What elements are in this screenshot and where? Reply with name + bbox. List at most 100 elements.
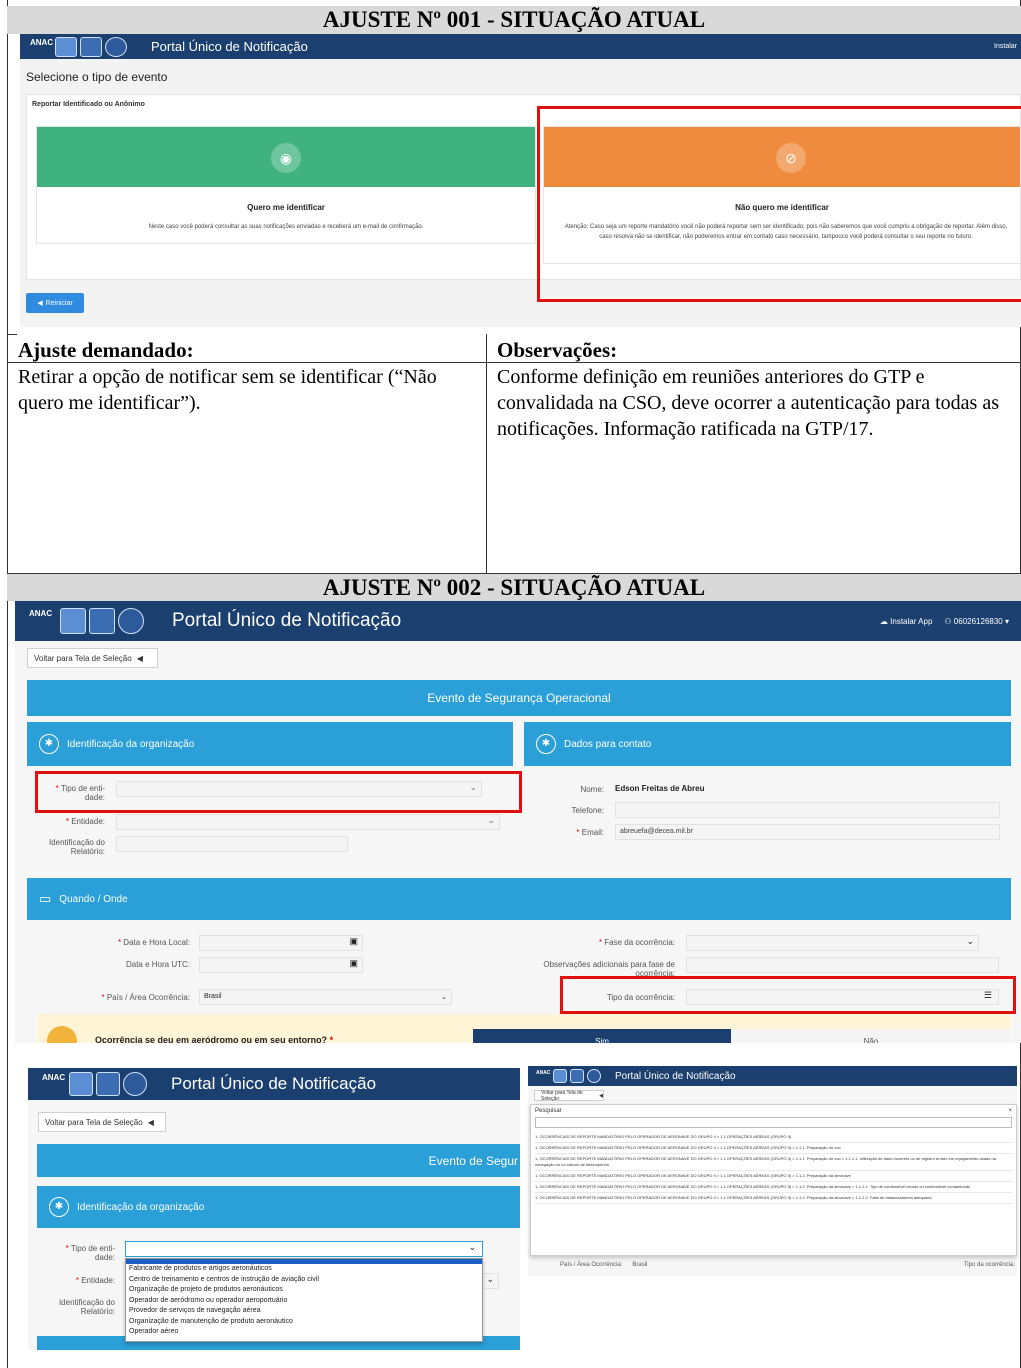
- dropdown-option[interactable]: Organização de manutenção de produto aer…: [126, 1317, 482, 1328]
- logos: ANAC: [29, 608, 144, 634]
- highlight-box: [537, 106, 1021, 302]
- identificacao-input[interactable]: [116, 836, 348, 852]
- install-link[interactable]: ☁ Instalar App: [880, 617, 932, 626]
- portal-header: ANAC Portal Único de Notificação Instala…: [20, 34, 1021, 59]
- identificacao-label: Identificação do Relatório:: [58, 1298, 115, 1316]
- tipo-entidade-select[interactable]: ⌄: [125, 1241, 483, 1257]
- back-button[interactable]: Voltar para Tela de Seleção ◀: [534, 1090, 604, 1102]
- portal-header: ANAC Portal Único de Notificação: [528, 1066, 1017, 1086]
- logos: ANAC: [30, 36, 127, 57]
- tipo-ocorrencia-label: Tipo da ocorrência:: [963, 1262, 1015, 1268]
- pais-select[interactable]: Brasil ⌄: [199, 989, 452, 1005]
- option-identify-text: Neste caso você poderá consultar as suas…: [148, 224, 424, 230]
- data-utc-label: Data e Hora UTC:: [125, 960, 190, 969]
- search-result-item[interactable]: 1. OCORRÊNCIAS DE REPORTE MANDATÓRIO PEL…: [535, 1193, 1012, 1204]
- event-title-band: Evento de Segur: [37, 1144, 520, 1177]
- arrow-left-icon: ◀: [147, 1117, 154, 1127]
- emblem-icon: [69, 1072, 93, 1096]
- portal-title: Portal Único de Notificação: [151, 39, 308, 54]
- search-result-item[interactable]: 1. OCORRÊNCIAS DE REPORTE MANDATÓRIO PEL…: [535, 1182, 1012, 1193]
- emblem-icon: [89, 608, 115, 634]
- entity-dropdown-list: Fabricante de produtos e artigos aeronáu…: [125, 1258, 483, 1342]
- emblem-icon: [55, 36, 77, 57]
- restart-label: Reiniciar: [45, 299, 73, 307]
- install-link[interactable]: Instalar: [994, 43, 1017, 50]
- eye-icon: ◉: [271, 143, 301, 173]
- user-label: 06026126830: [953, 616, 1003, 626]
- question-bar: Ocorrência se deu em aeródromo ou em seu…: [37, 1014, 1011, 1043]
- dropdown-option[interactable]: Operador aéreo: [126, 1327, 482, 1338]
- data-local-label: * Data e Hora Local:: [117, 938, 190, 947]
- row-divider: [7, 334, 17, 335]
- telefone-label: Telefone:: [571, 806, 604, 815]
- section-title: AJUSTE Nº 002 - SITUAÇÃO ATUAL: [7, 574, 1021, 601]
- back-button[interactable]: Voltar para Tela de Seleção ◀: [38, 1112, 166, 1132]
- email-input[interactable]: abreuefa@decea.mil.br: [615, 824, 1000, 840]
- search-result-item[interactable]: 1. OCORRÊNCIAS DE REPORTE MANDATÓRIO PEL…: [535, 1143, 1012, 1154]
- accessibility-icon: ✱: [49, 1197, 69, 1217]
- search-result-item[interactable]: 1. OCORRÊNCIAS DE REPORTE MANDATÓRIO PEL…: [535, 1132, 1012, 1143]
- pais-value: Brasil: [204, 993, 222, 1000]
- nome-label: Nome:: [580, 785, 604, 794]
- telefone-input[interactable]: [615, 802, 1000, 818]
- option-identify[interactable]: ◉ Quero me identificar Neste caso você p…: [36, 126, 536, 244]
- back-button[interactable]: Voltar para Tela de Seleção ◀: [27, 648, 158, 668]
- anac-logo: ANAC: [42, 1073, 66, 1082]
- calendar-icon: ▣: [349, 936, 358, 946]
- arrow-left-icon: ◀: [37, 300, 43, 307]
- when-panel-header: ▭ Quando / Onde: [27, 878, 1011, 920]
- portal-header: ANAC Portal Único de Notificação ☁ Insta…: [15, 601, 1021, 641]
- dropdown-option[interactable]: Organização de projeto de produtos aeron…: [126, 1285, 482, 1296]
- chevron-down-icon: ⌄: [441, 994, 447, 1001]
- search-result-item[interactable]: 1. OCORRÊNCIAS DE REPORTE MANDATÓRIO PEL…: [535, 1171, 1012, 1182]
- user-icon: ⚇: [944, 616, 954, 626]
- restart-button[interactable]: ◀ Reiniciar: [26, 293, 84, 313]
- cloud-icon: ☁: [879, 616, 891, 626]
- fase-select[interactable]: ⌄: [686, 935, 979, 951]
- search-input[interactable]: [535, 1117, 1012, 1128]
- data-local-input[interactable]: ▣: [199, 935, 363, 951]
- portal-title: Portal Único de Notificação: [171, 1074, 377, 1093]
- entidade-label: * Entidade:: [75, 1276, 115, 1285]
- dropdown-option[interactable]: Provedor de serviços de navegação aérea: [126, 1306, 482, 1317]
- emblem-icon: [105, 36, 127, 57]
- emblem-icon: [123, 1072, 147, 1096]
- data-utc-input[interactable]: ▣: [199, 957, 363, 973]
- when-fields-preview: País / Área Ocorrência: Brasil Tipo da o…: [560, 1262, 1015, 1272]
- alert-icon: [47, 1026, 77, 1043]
- search-result-item[interactable]: 1. OCORRÊNCIAS DE REPORTE MANDATÓRIO PEL…: [535, 1154, 1012, 1171]
- org-panel-header: ✱ Identificação da organização: [27, 722, 513, 766]
- dropdown-option[interactable]: Centro de treinamento e centros de instr…: [126, 1275, 482, 1286]
- nome-value: Edson Freitas de Abreu: [615, 784, 705, 793]
- contact-panel-header: ✱ Dados para contato: [524, 722, 1011, 766]
- calendar-icon: ▣: [349, 958, 358, 968]
- portal-title: Portal Único de Notificação: [615, 1070, 736, 1082]
- emblem-icon: [96, 1072, 120, 1096]
- entidade-select[interactable]: ⌄: [116, 814, 500, 830]
- install-label: Instalar App: [890, 616, 933, 626]
- no-button[interactable]: Não: [731, 1029, 1011, 1043]
- yes-button[interactable]: Sim: [473, 1029, 731, 1043]
- dropdown-option[interactable]: Fabricante de produtos e artigos aeronáu…: [126, 1264, 482, 1275]
- table-left-border: [7, 0, 8, 1368]
- org-panel-title: Identificação da organização: [67, 738, 195, 750]
- emblem-icon: [60, 608, 86, 634]
- search-modal: Pesquisar × 1. OCORRÊNCIAS DE REPORTE MAN…: [530, 1104, 1017, 1256]
- email-label: * Email:: [576, 828, 604, 837]
- option-identify-title: Quero me identificar: [247, 203, 325, 212]
- emblem-icon: [570, 1069, 584, 1083]
- question-text: Ocorrência se deu em aeródromo ou em seu…: [95, 1035, 334, 1043]
- logos: ANAC: [42, 1072, 147, 1096]
- dropdown-option[interactable]: Operador de aeródromo ou operador aeropo…: [126, 1296, 482, 1307]
- user-menu[interactable]: ⚇ 06026126830 ▾: [944, 617, 1009, 626]
- portal-title: Portal Único de Notificação: [172, 610, 402, 631]
- anac-logo: ANAC: [29, 609, 53, 618]
- pais-value: Brasil: [632, 1262, 648, 1268]
- close-icon[interactable]: ×: [1008, 1108, 1012, 1114]
- identificacao-label: Identificação do Relatório:: [48, 838, 105, 856]
- page-heading: Selecione o tipo de evento: [26, 70, 168, 84]
- accessibility-icon: ✱: [536, 734, 556, 754]
- obs-header: Observações:: [497, 338, 618, 362]
- obs-fase-input[interactable]: [686, 957, 999, 973]
- search-label: Pesquisar: [535, 1108, 562, 1114]
